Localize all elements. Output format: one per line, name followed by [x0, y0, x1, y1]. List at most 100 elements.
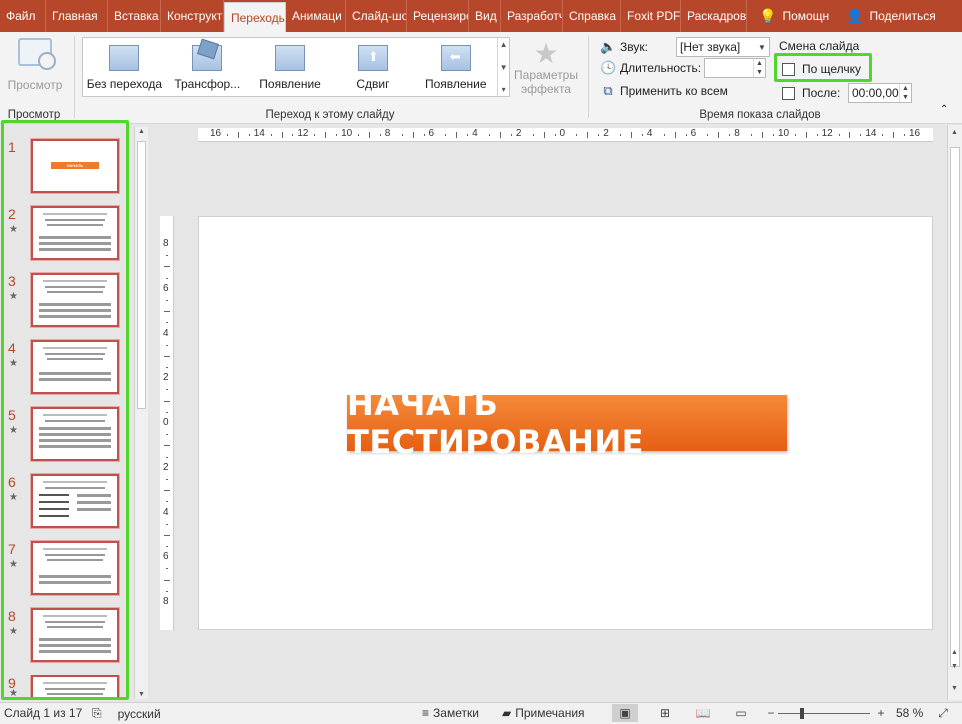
- ruler-tick: [166, 277, 168, 279]
- transition-fade[interactable]: Появление: [249, 38, 332, 96]
- ruler-tick: [164, 579, 170, 581]
- transition-push[interactable]: Сдвиг: [331, 38, 414, 96]
- share-button[interactable]: 👤 Поделиться: [840, 0, 950, 32]
- ruler-label: 0: [163, 417, 169, 428]
- gallery-scroll[interactable]: ▲ ▼ ▾: [497, 38, 509, 96]
- duration-input[interactable]: ▲ ▼: [704, 58, 766, 78]
- ruler-tick: [587, 132, 589, 138]
- mini-option: [39, 575, 111, 578]
- slideshow-view-button[interactable]: ▭: [728, 704, 754, 722]
- collapse-ribbon-button[interactable]: ⌃: [940, 104, 948, 115]
- mini-option: [39, 439, 111, 442]
- ruler-tick: [336, 134, 338, 136]
- gallery-down-icon[interactable]: ▼: [500, 63, 508, 72]
- chevron-down-icon[interactable]: ▼: [755, 38, 769, 56]
- slide-indicator[interactable]: Слайд 1 из 17: [4, 706, 82, 720]
- scroll-down-icon[interactable]: ▼: [951, 685, 958, 692]
- slide-thumbnail-7[interactable]: 7 ★: [4, 540, 124, 601]
- tab-view[interactable]: Вид: [469, 0, 501, 32]
- after-checkbox[interactable]: [782, 86, 795, 100]
- ribbon: Просмотр Просмотр Без перехода Трансфор.…: [0, 32, 962, 124]
- effect-options-button[interactable]: ★ Параметры эффекта: [512, 40, 580, 102]
- transition-morph[interactable]: Трансфор...: [166, 38, 249, 96]
- scrollbar-thumb[interactable]: [137, 141, 146, 409]
- gallery-more-icon[interactable]: ▾: [502, 85, 506, 94]
- mini-formula: [39, 508, 69, 510]
- scroll-up-icon[interactable]: ▲: [951, 129, 958, 136]
- mini-text: [45, 688, 105, 690]
- editor-scrollbar[interactable]: ▲ ▲ ▼ ▼: [947, 125, 962, 700]
- slide-thumbnail-8[interactable]: 8 ★: [4, 607, 124, 668]
- duration-spinner[interactable]: ▲ ▼: [753, 59, 765, 77]
- on-click-checkbox[interactable]: [782, 62, 795, 76]
- tab-storyboard[interactable]: Раскадров: [681, 0, 747, 32]
- comments-button[interactable]: ▰ Примечания: [502, 706, 585, 720]
- tab-insert[interactable]: Вставка: [108, 0, 161, 32]
- mini-formula: [39, 494, 69, 496]
- start-testing-button[interactable]: НАЧАТЬ ТЕСТИРОВАНИЕ: [347, 385, 787, 461]
- tab-transitions[interactable]: Переходы: [224, 2, 286, 32]
- clock-icon: 🕓: [600, 60, 617, 75]
- preview-button[interactable]: Просмотр: [2, 36, 68, 94]
- after-time-input[interactable]: 00:00,00 ▲ ▼: [848, 83, 912, 103]
- tab-slideshow[interactable]: Слайд-шо: [346, 0, 407, 32]
- slide-thumbnail-1[interactable]: 1 НАЧАТЬ ТЕСТИРОВАНИЕ: [4, 138, 124, 199]
- scroll-up-icon[interactable]: ▲: [138, 128, 145, 135]
- ruler-label: 10: [777, 128, 790, 139]
- ruler-tick: [904, 134, 906, 136]
- ruler-tick: [598, 134, 600, 136]
- language-indicator[interactable]: ⎘ русский: [92, 706, 161, 721]
- scrollbar-thumb[interactable]: [950, 147, 960, 667]
- tab-file[interactable]: Файл: [0, 0, 46, 32]
- tab-help[interactable]: Справка: [563, 0, 621, 32]
- tab-developer[interactable]: Разработч: [501, 0, 563, 32]
- zoom-slider[interactable]: [778, 713, 870, 714]
- slide-thumbnail-3[interactable]: 3 ★: [4, 272, 124, 333]
- thumbnail-scrollbar[interactable]: ▲ ▼: [134, 127, 148, 699]
- tab-design[interactable]: Конструкт: [161, 0, 224, 32]
- zoom-in-button[interactable]: +: [868, 704, 894, 722]
- tab-foxit-pdf[interactable]: Foxit PDF: [621, 0, 681, 32]
- transition-none[interactable]: Без перехода: [83, 38, 166, 96]
- tab-home[interactable]: Главная: [46, 0, 108, 32]
- ruler-tick: [164, 534, 170, 536]
- after-time-spinner[interactable]: ▲ ▼: [899, 84, 911, 102]
- zoom-level[interactable]: 58 %: [896, 706, 923, 720]
- tab-review[interactable]: Рецензиро: [407, 0, 469, 32]
- reading-view-button[interactable]: 📖: [690, 704, 716, 722]
- slide-canvas[interactable]: НАЧАТЬ ТЕСТИРОВАНИЕ: [198, 216, 933, 630]
- ruler-label: 2: [603, 128, 609, 139]
- slide-thumbnail-9[interactable]: 9 ★: [4, 675, 124, 697]
- notes-button[interactable]: ≡ Заметки: [422, 706, 479, 720]
- zoom-slider-handle[interactable]: [800, 708, 805, 719]
- animation-star-icon: ★: [9, 492, 18, 503]
- prev-slide-icon[interactable]: ▲: [951, 649, 958, 656]
- normal-view-button[interactable]: ▣: [612, 704, 638, 722]
- slide-thumbnail-4[interactable]: 4 ★: [4, 339, 124, 400]
- fit-to-window-button[interactable]: ⤢: [930, 704, 956, 722]
- on-click-option[interactable]: По щелчку: [782, 62, 861, 76]
- ruler-tick: [882, 134, 884, 136]
- ruler-tick: [423, 134, 425, 136]
- collapse-icon[interactable]: ⌃: [940, 104, 948, 115]
- mini-text: [47, 626, 103, 628]
- slide-thumbnail-5[interactable]: 5 ★: [4, 406, 124, 467]
- ruler-tick: [499, 132, 501, 138]
- slide-thumbnail-2[interactable]: 2 ★: [4, 205, 124, 266]
- slide-thumbnail-6[interactable]: 6 ★: [4, 473, 124, 534]
- tell-me-button[interactable]: 💡 Помощн: [747, 0, 840, 32]
- scroll-down-icon[interactable]: ▼: [138, 691, 145, 698]
- gallery-up-icon[interactable]: ▲: [500, 40, 508, 49]
- tab-animations[interactable]: Анимаци: [286, 0, 346, 32]
- spellcheck-icon: ⎘: [92, 706, 102, 720]
- ruler-tick: [248, 134, 250, 136]
- ruler-tick: [368, 132, 370, 138]
- sound-select[interactable]: [Нет звука] ▼: [676, 37, 770, 57]
- apply-all-button[interactable]: ⧉ Применить ко всем: [600, 83, 728, 99]
- slide-sorter-button[interactable]: ⊞: [652, 704, 678, 722]
- transition-wipe[interactable]: Появление: [414, 38, 497, 96]
- mini-option: [77, 508, 111, 511]
- next-slide-icon[interactable]: ▼: [951, 663, 958, 670]
- ruler-label: 8: [163, 596, 169, 607]
- ruler-label: 12: [297, 128, 309, 139]
